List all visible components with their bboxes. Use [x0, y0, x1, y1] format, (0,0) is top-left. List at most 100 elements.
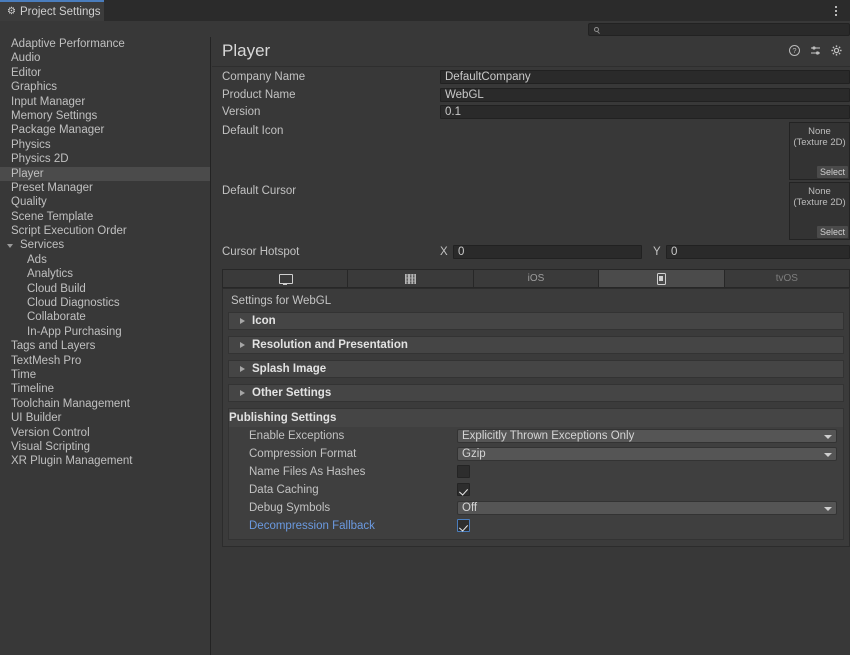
section-label: Icon [252, 315, 276, 327]
sidebar-item-physics-2d[interactable]: Physics 2D [0, 152, 210, 166]
sidebar-item-package-manager[interactable]: Package Manager [0, 123, 210, 137]
sidebar-item-cloud-diagnostics[interactable]: Cloud Diagnostics [0, 296, 210, 310]
sidebar-item-cloud-build[interactable]: Cloud Build [0, 282, 210, 296]
sidebar-item-label: Time [11, 369, 36, 381]
hotspot-x-input[interactable] [453, 245, 642, 259]
sidebar-item-label: Graphics [11, 81, 57, 93]
compression-format-dropdown[interactable]: Gzip [457, 447, 837, 461]
sidebar-item-ads[interactable]: Ads [0, 253, 210, 267]
sidebar-item-graphics[interactable]: Graphics [0, 80, 210, 94]
section-other-settings[interactable]: Other Settings [228, 384, 844, 402]
section-icon[interactable]: Icon [228, 312, 844, 330]
kebab-menu-icon[interactable] [828, 0, 844, 21]
default-icon-slot[interactable]: None (Texture 2D) Select [789, 122, 850, 180]
row-data-caching: Data Caching [229, 481, 843, 499]
search-icon [594, 27, 599, 32]
default-icon-select-button[interactable]: Select [817, 166, 848, 178]
tab-standalone[interactable] [223, 270, 348, 287]
sidebar-item-label: In-App Purchasing [27, 326, 122, 338]
section-splash-image[interactable]: Splash Image [228, 360, 844, 378]
sidebar-item-visual-scripting[interactable]: Visual Scripting [0, 440, 210, 454]
default-icon-label: Default Icon [222, 125, 283, 137]
sidebar-item-physics[interactable]: Physics [0, 138, 210, 152]
default-cursor-slot[interactable]: None (Texture 2D) Select [789, 182, 850, 240]
sidebar-item-timeline[interactable]: Timeline [0, 382, 210, 396]
preset-icon[interactable] [810, 45, 821, 56]
sidebar-item-analytics[interactable]: Analytics [0, 267, 210, 281]
sidebar-item-player[interactable]: Player [0, 167, 210, 181]
tab-project-settings[interactable]: ⚙ Project Settings [0, 0, 104, 21]
cursor-hotspot-label: Cursor Hotspot [222, 246, 299, 258]
settings-sidebar[interactable]: Adaptive PerformanceAudio Editor Graphics I… [0, 37, 211, 655]
section-label: Splash Image [252, 363, 326, 375]
default-cursor-select-button[interactable]: Select [817, 226, 848, 238]
chevron-right-icon [240, 366, 245, 372]
row-cursor-hotspot: Cursor Hotspot X Y [212, 242, 850, 262]
publishing-settings-header[interactable]: Publishing Settings [229, 409, 843, 427]
sidebar-item-label: Toolchain Management [11, 398, 130, 410]
sidebar-item-label: Services [20, 239, 64, 251]
decompression-fallback-label[interactable]: Decompression Fallback [249, 520, 375, 532]
sidebar-item-collaborate[interactable]: Collaborate [0, 310, 210, 324]
publishing-settings-box: Publishing Settings Enable ExceptionsExp… [228, 408, 844, 540]
page-header: Player ? [212, 37, 850, 67]
sidebar-item-label: XR Plugin Management [11, 455, 132, 467]
sidebar-item-toolchain-management[interactable]: Toolchain Management [0, 397, 210, 411]
data-caching-checkbox[interactable] [457, 483, 470, 496]
search-field[interactable] [588, 23, 850, 36]
sidebar-item-services[interactable]: Services [0, 238, 210, 252]
player-settings-content: Player ? [212, 37, 850, 655]
sidebar-item-label: Analytics [27, 268, 73, 280]
hotspot-y-input[interactable] [666, 245, 850, 259]
sidebar-item-label: Script Execution Order [11, 225, 127, 237]
tab-ios[interactable]: iOS [474, 270, 599, 287]
sidebar-item-script-execution-order[interactable]: Script Execution Order [0, 224, 210, 238]
sidebar-item-label: Physics 2D [11, 153, 69, 165]
sidebar-item-adaptive-performance[interactable]: Adaptive Performance [0, 37, 210, 51]
sidebar-item-label: Audio [11, 52, 40, 64]
tab-webgl[interactable] [599, 270, 724, 287]
kebab-dot [835, 10, 837, 12]
sidebar-item-memory-settings[interactable]: Memory Settings [0, 109, 210, 123]
sidebar-item-time[interactable]: Time [0, 368, 210, 382]
sidebar-item-label: Editor [11, 67, 41, 79]
sidebar-item-textmesh-pro[interactable]: TextMesh Pro [0, 354, 210, 368]
settings-heading: Settings for WebGL [228, 294, 844, 312]
default-icon-type: (Texture 2D) [793, 137, 845, 148]
chevron-down-icon[interactable] [7, 244, 13, 248]
sidebar-item-editor[interactable]: Editor [0, 66, 210, 80]
company-name-input[interactable] [440, 70, 850, 84]
gear-icon[interactable] [831, 45, 842, 56]
sidebar-item-tags-and-layers[interactable]: Tags and Layers [0, 339, 210, 353]
sidebar-item-ui-builder[interactable]: UI Builder [0, 411, 210, 425]
sidebar-item-label: Package Manager [11, 124, 104, 136]
enable-exceptions-dropdown[interactable]: Explicitly Thrown Exceptions Only [457, 429, 837, 443]
decompression-fallback-checkbox[interactable] [457, 519, 470, 532]
sidebar-item-quality[interactable]: Quality [0, 195, 210, 209]
sidebar-item-version-control[interactable]: Version Control [0, 426, 210, 440]
tab-tvos[interactable]: tvOS [725, 270, 849, 287]
sidebar-item-input-manager[interactable]: Input Manager [0, 95, 210, 109]
chevron-down-icon [824, 453, 832, 457]
row-decompression-fallback: Decompression Fallback [229, 517, 843, 535]
row-version: Version [212, 104, 850, 122]
version-input[interactable] [440, 105, 850, 119]
sidebar-item-label: Preset Manager [11, 182, 93, 194]
sidebar-item-xr-plugin-management[interactable]: XR Plugin Management [0, 454, 210, 468]
search-input[interactable] [599, 24, 849, 36]
sidebar-item-scene-template[interactable]: Scene Template [0, 210, 210, 224]
product-name-input[interactable] [440, 88, 850, 102]
sidebar-item-preset-manager[interactable]: Preset Manager [0, 181, 210, 195]
name-files-as-hashes-checkbox[interactable] [457, 465, 470, 478]
platform-tab-strip[interactable]: iOS tvOS [222, 269, 850, 288]
sidebar-item-label: Scene Template [11, 211, 93, 223]
help-icon[interactable]: ? [789, 45, 800, 56]
row-default-cursor: Default Cursor None (Texture 2D) Select [212, 182, 850, 242]
sidebar-item-audio[interactable]: Audio [0, 51, 210, 65]
debug-symbols-dropdown[interactable]: Off [457, 501, 837, 515]
sidebar-item-label: Collaborate [27, 311, 86, 323]
section-resolution-and-presentation[interactable]: Resolution and Presentation [228, 336, 844, 354]
product-name-label: Product Name [222, 89, 296, 101]
sidebar-item-in-app-purchasing[interactable]: In-App Purchasing [0, 325, 210, 339]
tab-server[interactable] [348, 270, 473, 287]
